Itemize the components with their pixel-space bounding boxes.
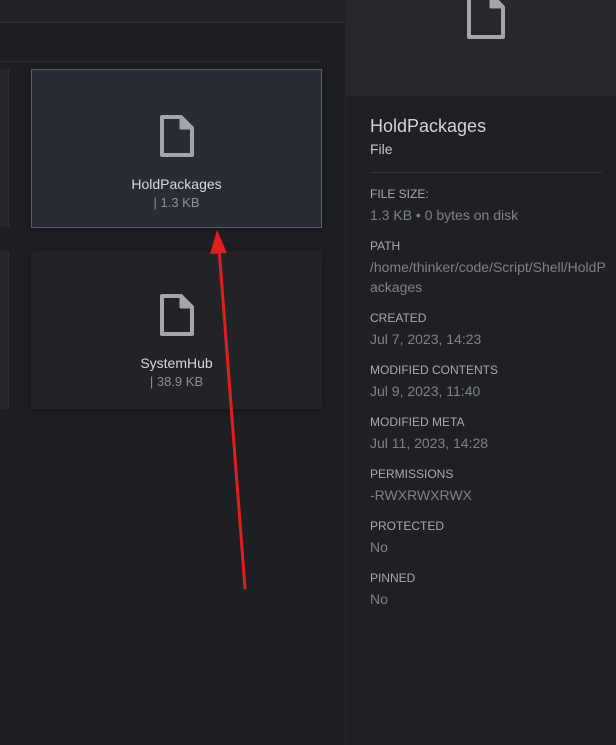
- toolbar-strip: [0, 0, 345, 23]
- file-preview: [346, 0, 616, 96]
- prop-value: 1.3 KB • 0 bytes on disk: [370, 207, 519, 223]
- prop-label: PROTECTED: [370, 519, 445, 533]
- prop-label: FILE SIZE:: [370, 187, 429, 201]
- prop-label: PERMISSIONS: [370, 467, 454, 481]
- prop-value: Jul 7, 2023, 14:23: [370, 331, 482, 347]
- prop-value: Jul 11, 2023, 14:28: [370, 435, 489, 451]
- file-icon: [159, 115, 194, 157]
- prop-path: PATH /home/thinker/code/Script/Shell/Hol…: [370, 239, 606, 297]
- prop-permissions: PERMISSIONS -RWXRWXRWX: [370, 467, 606, 505]
- partial-card-left-2[interactable]: [0, 251, 9, 409]
- prop-label: PINNED: [370, 571, 416, 585]
- inspector-kind: File: [370, 141, 393, 157]
- prop-protected: PROTECTED No: [370, 519, 606, 557]
- prop-value: No: [370, 591, 388, 607]
- header-divider: [0, 61, 321, 62]
- inspector-divider: [370, 172, 602, 173]
- prop-value: /home/thinker/code/Script/Shell/HoldPack…: [370, 259, 606, 295]
- file-card-systemhub[interactable]: SystemHub | 38.9 KB: [31, 251, 322, 409]
- prop-modified-contents: MODIFIED CONTENTS Jul 9, 2023, 11:40: [370, 363, 606, 401]
- inspector-title: HoldPackages: [370, 116, 487, 136]
- prop-created: CREATED Jul 7, 2023, 14:23: [370, 311, 606, 349]
- file-name: HoldPackages: [131, 176, 222, 192]
- prop-value: No: [370, 539, 388, 555]
- file-icon: [159, 294, 194, 336]
- file-size: | 38.9 KB: [149, 374, 204, 389]
- prop-label: MODIFIED CONTENTS: [370, 363, 498, 377]
- inspector-panel: HoldPackages File FILE SIZE: 1.3 KB • 0 …: [345, 0, 616, 745]
- prop-label: MODIFIED META: [370, 415, 465, 429]
- file-icon: [467, 0, 505, 39]
- prop-modified-meta: MODIFIED META Jul 11, 2023, 14:28: [370, 415, 606, 453]
- file-card-holdpackages[interactable]: HoldPackages | 1.3 KB: [31, 69, 322, 228]
- file-size: | 1.3 KB: [153, 195, 200, 210]
- file-name: SystemHub: [140, 355, 213, 371]
- prop-value: -RWXRWXRWX: [370, 487, 472, 503]
- prop-label: PATH: [370, 239, 401, 253]
- prop-value: Jul 9, 2023, 11:40: [370, 383, 481, 399]
- file-browser-pane: HoldPackages | 1.3 KB SystemHub | 38.9 K…: [0, 0, 345, 745]
- partial-card-left-1[interactable]: [0, 69, 9, 227]
- prop-file-size: FILE SIZE: 1.3 KB • 0 bytes on disk: [370, 187, 606, 225]
- prop-label: CREATED: [370, 311, 427, 325]
- prop-pinned: PINNED No: [370, 571, 606, 609]
